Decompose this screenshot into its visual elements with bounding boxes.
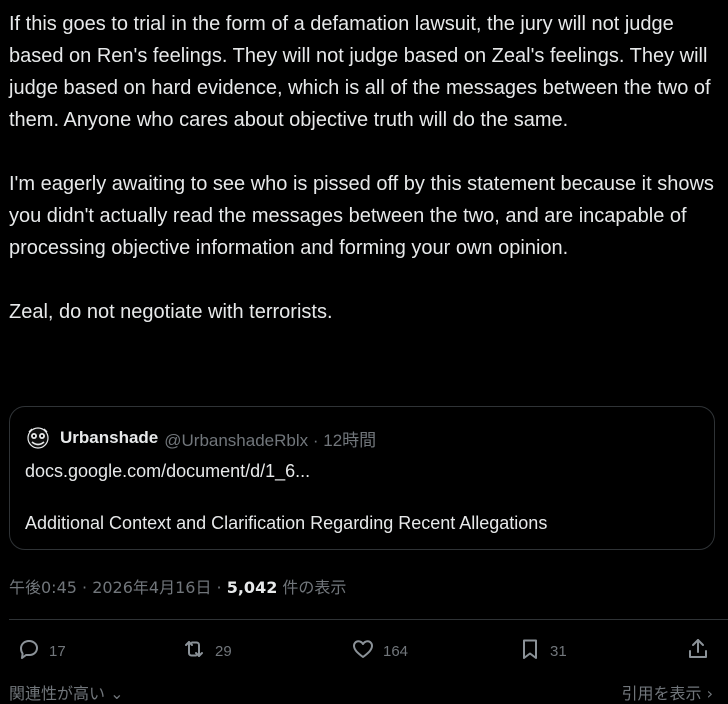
like-button[interactable]: 164 — [351, 637, 408, 665]
post-text: If this goes to trial in the form of a d… — [9, 8, 721, 328]
avatar-icon[interactable] — [26, 427, 50, 449]
reply-sort-row: 関連性が高い ⌄ 引用を表示 › — [9, 680, 713, 703]
action-bar: 17 29 164 31 — [0, 637, 728, 665]
heart-icon — [351, 637, 375, 666]
chevron-right-icon: › — [706, 684, 713, 703]
post-timestamp[interactable]: 午後0:45 · 2026年4月16日 · — [9, 578, 227, 597]
post-paragraph-2: I'm eagerly awaiting to see who is pisse… — [9, 173, 714, 259]
like-count: 164 — [383, 642, 409, 660]
repost-icon — [181, 637, 207, 666]
quoted-post-card[interactable]: Urbanshade @UrbanshadeRblx · 12時間 docs.g… — [9, 406, 715, 550]
quoted-post-header: Urbanshade @UrbanshadeRblx · 12時間 — [26, 426, 376, 451]
divider — [9, 619, 728, 620]
bookmark-count: 31 — [550, 642, 567, 660]
share-button[interactable] — [686, 637, 710, 665]
quoted-post-link[interactable]: docs.google.com/document/d/1_6... — [25, 461, 310, 482]
reply-button[interactable]: 17 — [17, 637, 66, 665]
quoted-author-name[interactable]: Urbanshade — [60, 428, 158, 448]
quoted-post-text: Additional Context and Clarification Reg… — [25, 513, 548, 533]
post-paragraph-1: If this goes to trial in the form of a d… — [9, 13, 711, 131]
reply-icon — [17, 637, 41, 666]
post-metadata: 午後0:45 · 2026年4月16日 · 5,042 件の表示 — [9, 574, 346, 598]
sort-label: 関連性が高い — [9, 684, 106, 703]
reply-count: 17 — [49, 642, 66, 660]
view-quotes-link[interactable]: 引用を表示 › — [621, 680, 713, 704]
quoted-author-handle-time[interactable]: @UrbanshadeRblx · 12時間 — [164, 426, 376, 451]
view-count: 5,042 — [226, 578, 278, 597]
view-count-label: 件の表示 — [277, 578, 347, 597]
repost-count: 29 — [215, 642, 232, 660]
bookmark-icon — [518, 637, 542, 666]
share-icon — [686, 637, 710, 666]
view-quotes-label: 引用を表示 — [621, 684, 702, 703]
repost-button[interactable]: 29 — [181, 637, 232, 665]
chevron-down-icon: ⌄ — [110, 684, 124, 703]
sort-relevance-dropdown[interactable]: 関連性が高い ⌄ — [9, 680, 124, 704]
post-paragraph-3: Zeal, do not negotiate with terrorists. — [9, 301, 333, 323]
bookmark-button[interactable]: 31 — [518, 637, 567, 665]
